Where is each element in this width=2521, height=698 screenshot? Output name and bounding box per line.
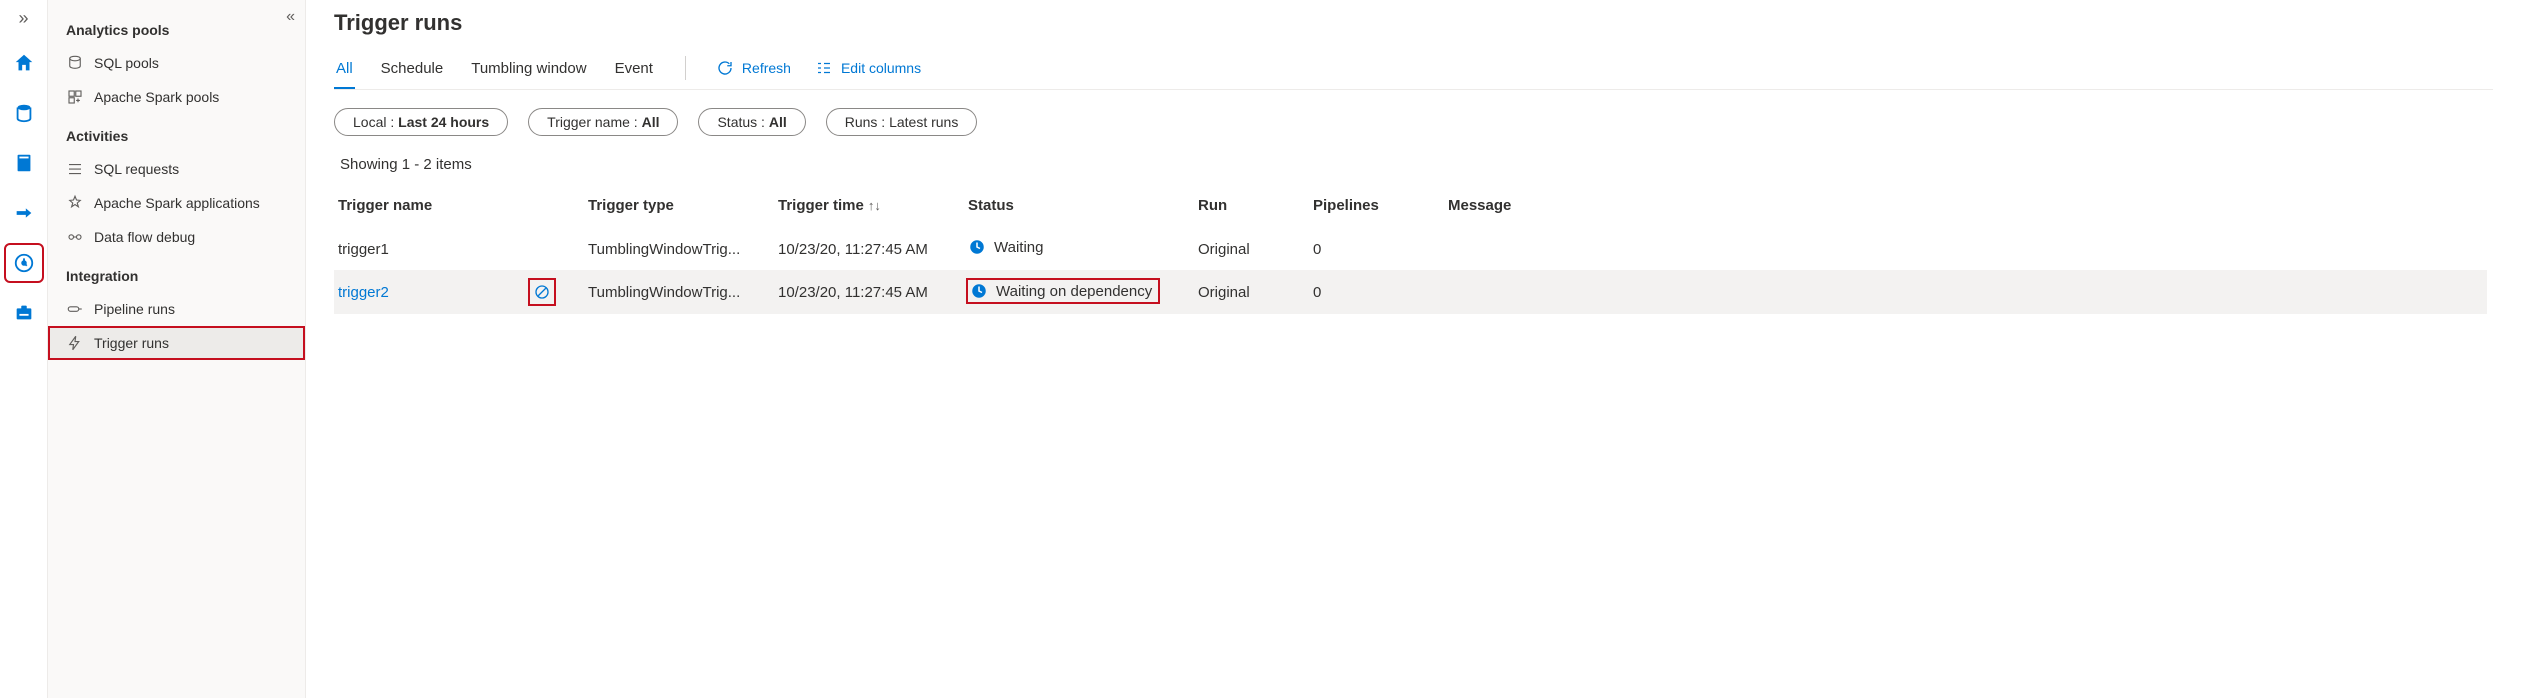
section-header-integration: Integration: [48, 254, 305, 292]
refresh-label: Refresh: [742, 60, 791, 76]
table-row[interactable]: trigger2 TumblingWindowTrig... 10/23/20,…: [334, 270, 2487, 314]
nav-data-icon[interactable]: [8, 97, 40, 129]
cell-pipelines: 0: [1309, 228, 1444, 270]
tabs-row: All Schedule Tumbling window Event Refre…: [334, 54, 2493, 90]
tab-schedule[interactable]: Schedule: [379, 54, 446, 89]
cell-run: Original: [1194, 228, 1309, 270]
sidebar-item-label: SQL pools: [94, 55, 159, 71]
col-trigger-time[interactable]: Trigger time↑↓: [774, 187, 964, 228]
cell-message: [1444, 228, 2487, 270]
sql-pool-icon: [66, 54, 84, 72]
cell-trigger-type: TumblingWindowTrig...: [584, 228, 774, 270]
filter-status[interactable]: Status : All: [698, 108, 805, 136]
spark-pool-icon: [66, 88, 84, 106]
sort-icon[interactable]: ↑↓: [868, 198, 881, 213]
sidebar-item-label: Apache Spark applications: [94, 195, 260, 211]
col-run[interactable]: Run: [1194, 187, 1309, 228]
filter-trigger-name[interactable]: Trigger name : All: [528, 108, 678, 136]
sidebar-item-label: Pipeline runs: [94, 301, 175, 317]
col-trigger-type[interactable]: Trigger type: [584, 187, 774, 228]
sidebar-item-sql-requests[interactable]: SQL requests: [48, 152, 305, 186]
table-row[interactable]: trigger1 TumblingWindowTrig... 10/23/20,…: [334, 228, 2487, 270]
sidebar-item-label: Apache Spark pools: [94, 89, 219, 105]
sidebar-item-trigger-runs[interactable]: Trigger runs: [48, 326, 305, 360]
sql-requests-icon: [66, 160, 84, 178]
expand-iconbar-button[interactable]: »: [18, 8, 28, 29]
trigger-type-tabs: All Schedule Tumbling window Event: [334, 54, 655, 89]
cell-trigger-time: 10/23/20, 11:27:45 AM: [774, 228, 964, 270]
page-title: Trigger runs: [334, 10, 2493, 36]
cell-message: [1444, 270, 2487, 314]
col-trigger-name[interactable]: Trigger name: [334, 187, 584, 228]
cell-run: Original: [1194, 270, 1309, 314]
main-content: Trigger runs All Schedule Tumbling windo…: [306, 0, 2521, 698]
filter-runs[interactable]: Runs : Latest runs: [826, 108, 978, 136]
stop-run-button[interactable]: [530, 280, 554, 304]
sidebar-item-data-flow-debug[interactable]: Data flow debug: [48, 220, 305, 254]
clock-icon: [968, 238, 986, 256]
tab-event[interactable]: Event: [613, 54, 655, 89]
pipeline-runs-icon: [66, 300, 84, 318]
trigger-runs-table: Trigger name Trigger type Trigger time↑↓…: [334, 187, 2487, 314]
sidebar-item-spark-apps[interactable]: Apache Spark applications: [48, 186, 305, 220]
sidebar-item-label: Trigger runs: [94, 335, 169, 351]
cell-pipelines: 0: [1309, 270, 1444, 314]
cell-trigger-time: 10/23/20, 11:27:45 AM: [774, 270, 964, 314]
section-header-activities: Activities: [48, 114, 305, 152]
cell-status: Waiting: [964, 228, 1194, 270]
col-status[interactable]: Status: [964, 187, 1194, 228]
filter-local[interactable]: Local : Last 24 hours: [334, 108, 508, 136]
nav-develop-icon[interactable]: [8, 147, 40, 179]
tab-separator: [685, 56, 686, 80]
tab-tumbling-window[interactable]: Tumbling window: [469, 54, 588, 89]
sidebar-item-label: SQL requests: [94, 161, 179, 177]
col-message[interactable]: Message: [1444, 187, 2487, 228]
cell-trigger-name: trigger2: [334, 270, 584, 314]
filter-pills: Local : Last 24 hours Trigger name : All…: [334, 108, 2493, 136]
sidebar-item-spark-pools[interactable]: Apache Spark pools: [48, 80, 305, 114]
tab-all[interactable]: All: [334, 54, 355, 89]
col-pipelines[interactable]: Pipelines: [1309, 187, 1444, 228]
cell-trigger-type: TumblingWindowTrig...: [584, 270, 774, 314]
trigger-runs-icon: [66, 334, 84, 352]
collapse-sidebar-button[interactable]: «: [286, 8, 295, 26]
showing-count: Showing 1 - 2 items: [334, 156, 2493, 173]
section-header-analytics-pools: Analytics pools: [48, 8, 305, 46]
sidebar-item-pipeline-runs[interactable]: Pipeline runs: [48, 292, 305, 326]
edit-columns-label: Edit columns: [841, 60, 921, 76]
global-icon-bar: »: [0, 0, 48, 698]
sidebar-item-sql-pools[interactable]: SQL pools: [48, 46, 305, 80]
spark-apps-icon: [66, 194, 84, 212]
nav-monitor-icon[interactable]: [8, 247, 40, 279]
nav-home-icon[interactable]: [8, 47, 40, 79]
trigger-name-link[interactable]: trigger2: [338, 284, 389, 301]
clock-icon: [970, 282, 988, 300]
cell-trigger-name: trigger1: [334, 228, 584, 270]
monitor-sidebar: « Analytics pools SQL pools Apache Spark…: [48, 0, 306, 698]
nav-integrate-icon[interactable]: [8, 197, 40, 229]
nav-manage-icon[interactable]: [8, 297, 40, 329]
refresh-button[interactable]: Refresh: [716, 59, 791, 85]
edit-columns-button[interactable]: Edit columns: [815, 59, 921, 85]
data-flow-debug-icon: [66, 228, 84, 246]
sidebar-item-label: Data flow debug: [94, 229, 195, 245]
cell-status: Waiting on dependency: [964, 270, 1194, 314]
